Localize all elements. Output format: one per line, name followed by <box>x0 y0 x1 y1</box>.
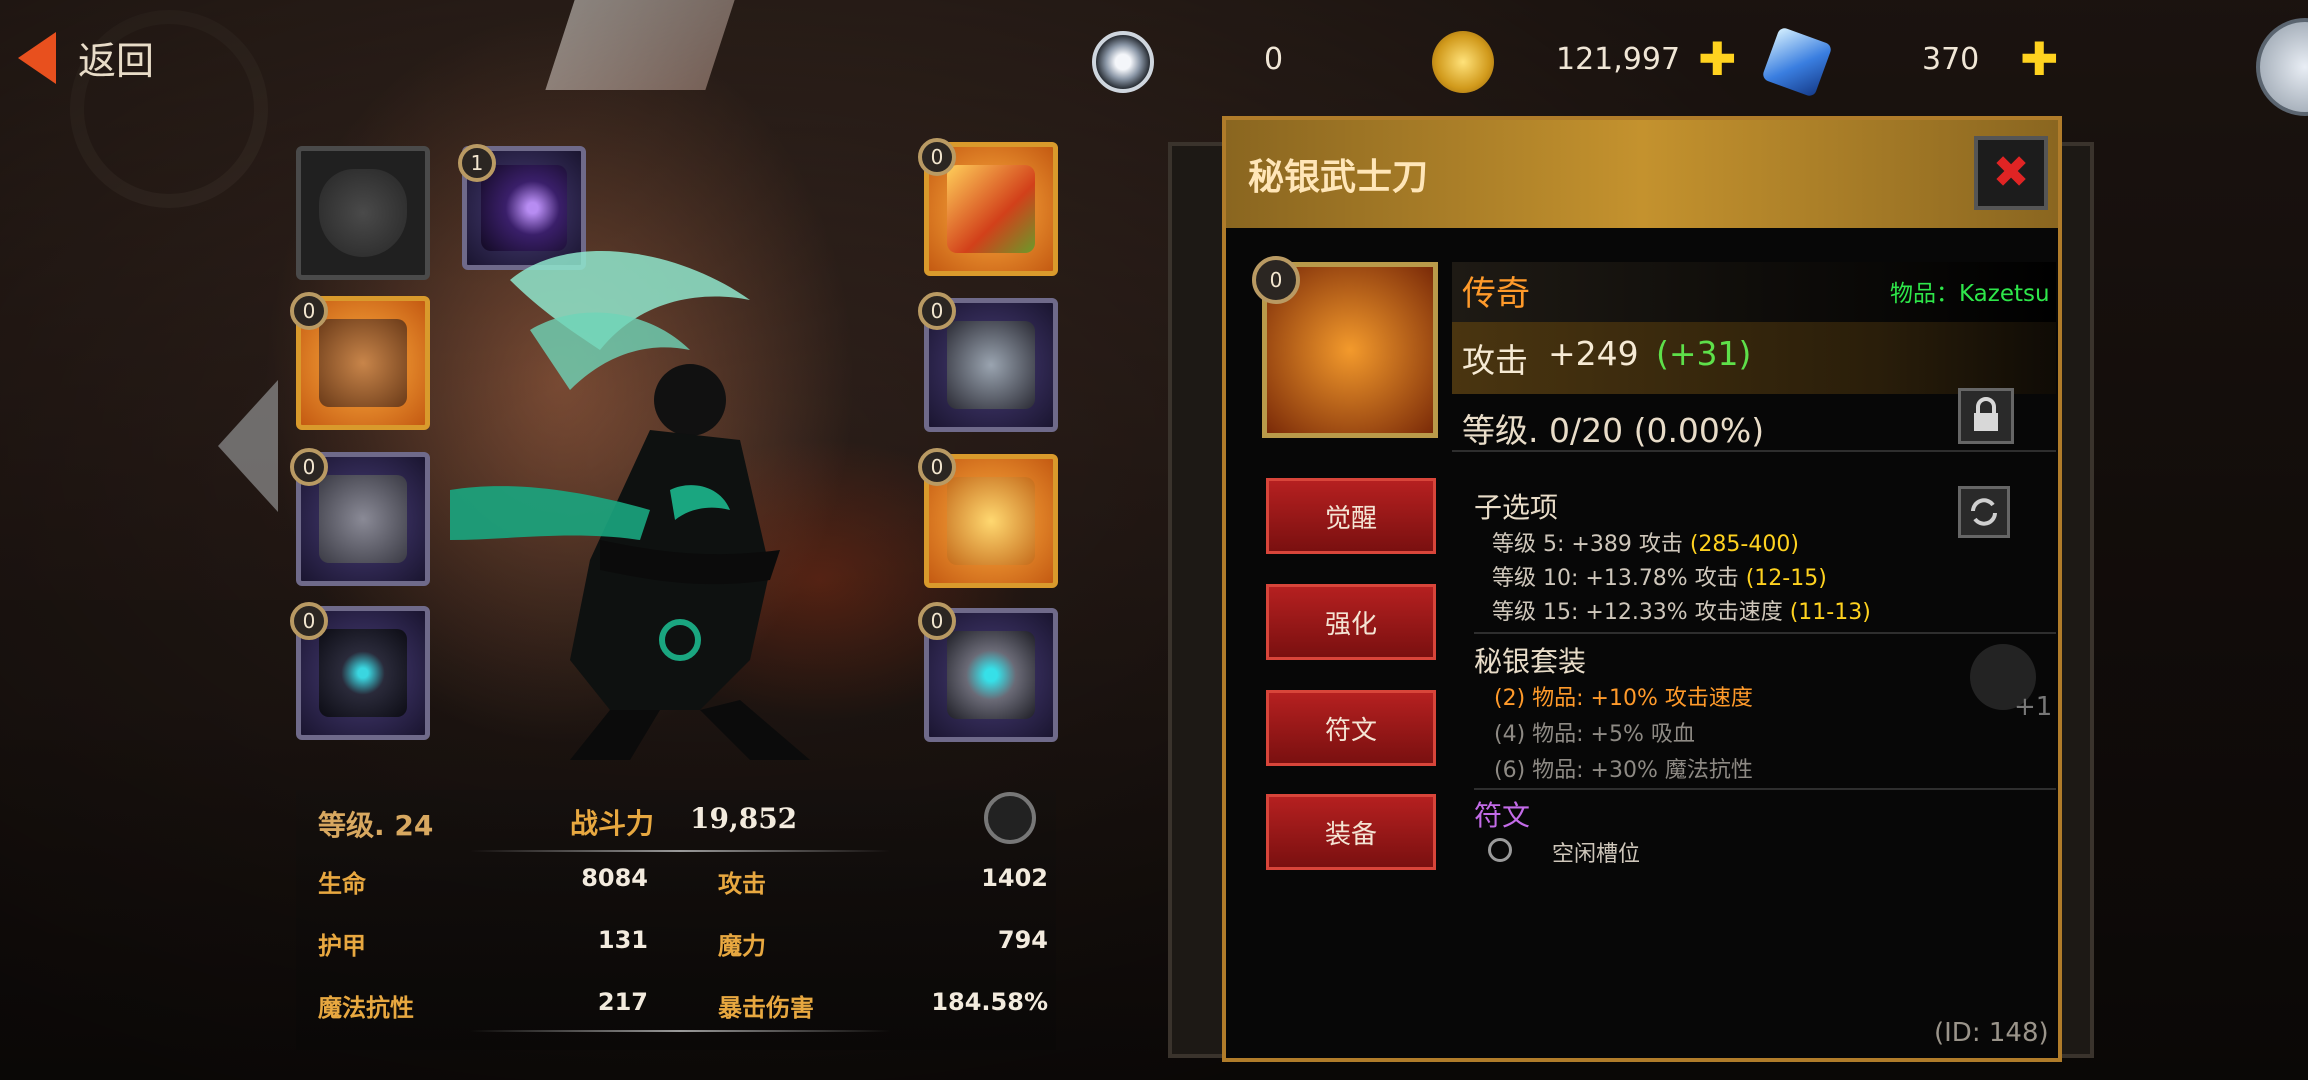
add-crystal-plus-icon[interactable]: ✚ <box>2020 36 2059 82</box>
hero-character <box>450 251 810 760</box>
item-level-progress: 等级. 0/20 (0.00%) <box>1462 411 1765 450</box>
rarity-label: 传奇 <box>1462 274 1530 314</box>
item-id: (ID: 148) <box>1934 1018 2049 1048</box>
gauntlet-icon <box>947 321 1035 409</box>
stat-value: 8084 <box>581 864 648 892</box>
stat-label: 攻击 <box>718 870 766 898</box>
chest-armor-icon <box>319 475 407 563</box>
previous-hero-arrow-icon[interactable] <box>218 380 278 512</box>
divider <box>1452 450 2056 452</box>
back-arrow-icon <box>18 31 56 84</box>
pet-level-badge: 1 <box>458 144 496 182</box>
divider <box>1474 632 2056 634</box>
power-value: 19,852 <box>690 802 798 835</box>
slot-level-badge: 0 <box>290 602 328 640</box>
attack-base-value: +249 <box>1548 334 1639 373</box>
empty-rune-slot-icon[interactable] <box>1488 838 1512 862</box>
currency-gold <box>1432 22 1494 102</box>
slot-level-badge: 0 <box>290 292 328 330</box>
stat-label: 魔法抗性 <box>318 994 414 1022</box>
suboptions-title: 子选项 <box>1474 491 1559 524</box>
stat-label: 魔力 <box>718 932 766 960</box>
inspect-magnifier-icon[interactable] <box>984 792 1036 844</box>
suboption-line: 等级 15: +12.33% 攻击速度 (11-13) <box>1492 600 1871 625</box>
power-label: 战斗力 <box>570 807 655 840</box>
crescent-blade-icon <box>947 631 1035 719</box>
crystal-count: 370 <box>1922 42 1980 77</box>
set-bonus-line: (2) 物品: +10% 攻击速度 <box>1494 686 1753 711</box>
shadow-cat-icon <box>481 165 567 251</box>
equip-button[interactable]: 装备 <box>1266 794 1436 870</box>
slot-level-badge: 0 <box>918 292 956 330</box>
set-bonus-line: (4) 物品: +5% 吸血 <box>1494 722 1695 747</box>
divider <box>1474 788 2056 790</box>
katana-icon <box>947 165 1035 253</box>
add-gold-plus-icon[interactable]: ✚ <box>1698 36 1737 82</box>
close-icon: ✖ <box>1992 147 2030 198</box>
mask-icon <box>319 169 407 257</box>
suboption-line: 等级 10: +13.78% 攻击 (12-15) <box>1492 566 1827 591</box>
lock-icon[interactable] <box>1958 388 2014 444</box>
back-button[interactable]: 返回 <box>18 30 154 85</box>
back-label: 返回 <box>78 39 155 83</box>
slot-level-badge: 0 <box>918 448 956 486</box>
crystal-icon <box>1761 26 1833 98</box>
stats-divider-bottom <box>470 1030 890 1032</box>
refresh-icon[interactable] <box>1958 486 2010 538</box>
chain-sickle-icon <box>319 629 407 717</box>
stat-value: 131 <box>597 926 648 954</box>
item-name: 物品：Kazetsu <box>1890 281 2050 307</box>
set-title: 秘银套装 <box>1474 645 1587 678</box>
awaken-button[interactable]: 觉醒 <box>1266 478 1436 554</box>
set-bonus-line: (6) 物品: +30% 魔法抗性 <box>1494 758 1753 783</box>
slot-level-badge: 0 <box>918 602 956 640</box>
rune-title: 符文 <box>1474 799 1531 832</box>
spiral-token-icon <box>1092 31 1154 93</box>
gold-coin-icon <box>1432 31 1494 93</box>
suboption-line: 等级 5: +389 攻击 (285-400) <box>1492 532 1799 557</box>
stat-value: 1402 <box>981 864 1048 892</box>
item-detail-panel: 秘银武士刀 ✖ 0 传奇 物品：Kazetsu 攻击 +249 (+31) 等级… <box>1222 116 2062 1062</box>
helmet-empty-slot[interactable] <box>296 146 430 280</box>
stat-value: 184.58% <box>931 988 1048 1016</box>
attack-row <box>1452 322 2056 394</box>
item-level-badge: 0 <box>1252 256 1300 304</box>
token-count: 0 <box>1264 42 1284 77</box>
stat-label: 暴击伤害 <box>718 994 814 1022</box>
close-button[interactable]: ✖ <box>1974 136 2048 210</box>
item-title: 秘银武士刀 <box>1248 157 1429 198</box>
rune-empty-label: 空闲槽位 <box>1552 842 1641 867</box>
slot-level-badge: 0 <box>290 448 328 486</box>
greaves-icon <box>947 477 1035 565</box>
horned-helmet-icon <box>319 319 407 407</box>
gold-count: 121,997 <box>1556 42 1681 77</box>
stat-label: 生命 <box>318 870 366 898</box>
set-count: +1 <box>2014 692 2053 722</box>
stat-value: 217 <box>597 988 648 1016</box>
attack-label: 攻击 <box>1462 341 1528 380</box>
stat-value: 794 <box>997 926 1048 954</box>
hero-level: 等级. 24 <box>318 809 434 842</box>
slot-level-badge: 0 <box>918 138 956 176</box>
stat-label: 护甲 <box>318 932 366 960</box>
attack-bonus-value: (+31) <box>1656 334 1752 373</box>
enhance-button[interactable]: 强化 <box>1266 584 1436 660</box>
currency-crystal <box>1761 22 1833 102</box>
stats-divider-top <box>470 850 890 852</box>
currency-token <box>1092 22 1154 102</box>
rune-button[interactable]: 符文 <box>1266 690 1436 766</box>
